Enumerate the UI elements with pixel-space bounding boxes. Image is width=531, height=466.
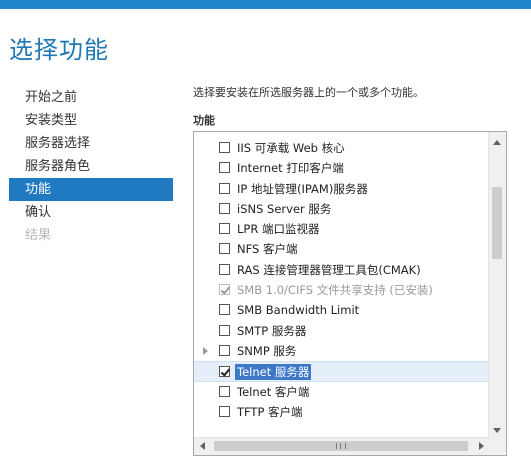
scroll-grip-icon [336,443,346,449]
feature-row-smtp-server[interactable]: SMTP 服务器 [194,321,490,341]
scroll-right-icon[interactable] [479,442,484,450]
checkbox[interactable] [219,324,230,336]
checkbox[interactable] [219,223,230,235]
checkbox[interactable] [219,344,230,356]
feature-label: SMTP 服务器 [237,323,307,338]
checkbox[interactable] [219,202,230,214]
wizard-nav: 开始之前 安装类型 服务器选择 服务器角色 功能 确认 结果 [9,86,173,247]
feature-row-iis-hostable-web-core[interactable]: IIS 可承载 Web 核心 [194,138,490,158]
feature-row-telnet-client[interactable]: Telnet 客户端 [194,382,490,402]
scroll-down-icon[interactable] [493,428,501,433]
checkbox[interactable] [219,385,230,397]
feature-row-internet-printing-client[interactable]: Internet 打印客户端 [194,158,490,178]
nav-item-server-roles[interactable]: 服务器角色 [9,155,173,178]
feature-label: TFTP 客户端 [237,404,303,419]
nav-item-confirmation[interactable]: 确认 [9,201,173,224]
feature-label: SMB 1.0/CIFS 文件共享支持 (已安装) [237,283,433,298]
features-section-label: 功能 [193,114,215,127]
feature-row-isns-server[interactable]: iSNS Server 服务 [194,199,490,219]
checkbox-checked-disabled [219,284,230,296]
nav-item-server-selection[interactable]: 服务器选择 [9,132,173,155]
checkbox[interactable] [219,142,230,153]
feature-label: Telnet 服务器 [235,364,312,381]
horizontal-scrollbar[interactable] [194,437,490,455]
scroll-left-icon[interactable] [200,442,205,450]
feature-row-smb1-cifs: SMB 1.0/CIFS 文件共享支持 (已安装) [194,280,490,300]
nav-item-features[interactable]: 功能 [9,178,173,201]
checkbox[interactable] [219,162,230,174]
feature-label: Telnet 客户端 [237,384,310,399]
page-title: 选择功能 [9,36,109,64]
checkbox[interactable] [219,243,230,255]
vertical-scroll-thumb[interactable] [492,187,502,259]
scrollbar-corner [489,438,506,455]
feature-label: IP 地址管理(IPAM)服务器 [237,181,368,196]
nav-item-before-you-begin[interactable]: 开始之前 [9,86,173,109]
scroll-up-icon[interactable] [493,140,501,145]
feature-row-snmp-service[interactable]: SNMP 服务 [194,341,490,361]
feature-row-nfs-client[interactable]: NFS 客户端 [194,239,490,259]
features-list: IIS 可承载 Web 核心 Internet 打印客户端 IP 地址管理(IP… [194,138,490,422]
feature-row-lpr-port-monitor[interactable]: LPR 端口监视器 [194,219,490,239]
nav-item-installation-type[interactable]: 安装类型 [9,109,173,132]
feature-row-ipam-server[interactable]: IP 地址管理(IPAM)服务器 [194,179,490,199]
checkbox[interactable] [219,263,230,275]
description-text: 选择要安装在所选服务器上的一个或多个功能。 [193,86,424,99]
feature-row-smb-bandwidth-limit[interactable]: SMB Bandwidth Limit [194,300,490,320]
checkbox[interactable] [219,405,230,417]
window-top-bar [0,0,531,9]
checkbox[interactable] [219,182,230,194]
feature-label: RAS 连接管理器管理工具包(CMAK) [237,262,421,277]
nav-item-results: 结果 [25,228,52,243]
feature-row-ras-cmak[interactable]: RAS 连接管理器管理工具包(CMAK) [194,260,490,280]
feature-label: LPR 端口监视器 [237,222,320,237]
feature-label: NFS 客户端 [237,242,298,257]
checkbox[interactable] [219,304,230,316]
feature-row-telnet-server[interactable]: Telnet 服务器 [194,361,490,382]
feature-label: iSNS Server 服务 [237,201,332,216]
feature-label: Internet 打印客户端 [237,161,344,176]
feature-label: SMB Bandwidth Limit [237,303,360,318]
features-listbox[interactable]: IIS 可承载 Web 核心 Internet 打印客户端 IP 地址管理(IP… [193,131,507,456]
feature-row-tftp-client[interactable]: TFTP 客户端 [194,402,490,422]
checkbox-checked[interactable] [219,366,230,378]
feature-label: IIS 可承载 Web 核心 [237,141,345,155]
expand-arrow-icon[interactable] [203,346,208,355]
feature-label: SNMP 服务 [237,343,297,358]
vertical-scrollbar[interactable] [488,132,506,439]
